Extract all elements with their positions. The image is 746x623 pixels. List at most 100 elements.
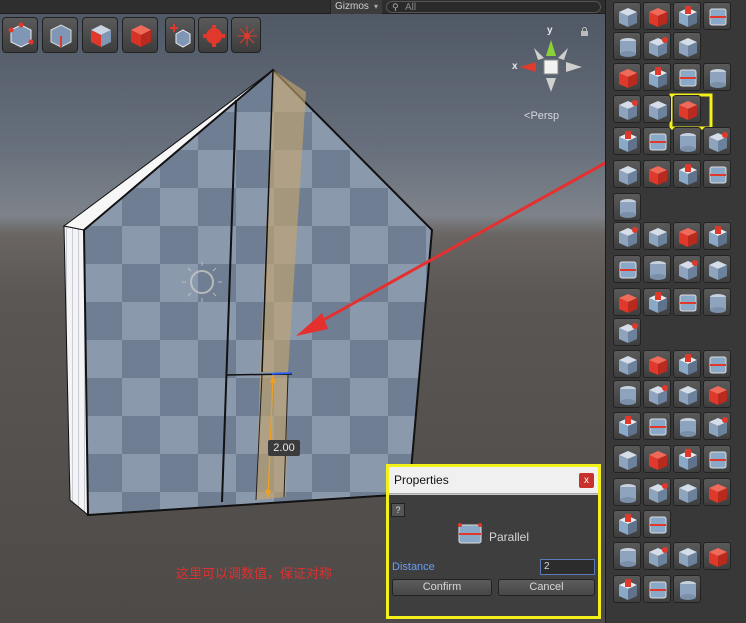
drop-button[interactable] xyxy=(703,380,731,408)
snap-button[interactable] xyxy=(643,412,671,440)
slope-button[interactable] xyxy=(673,380,701,408)
slice-cube-button[interactable] xyxy=(613,510,641,538)
round-cube-button[interactable] xyxy=(643,288,671,316)
grid-cube-button[interactable] xyxy=(703,2,731,30)
confirm-button[interactable]: Confirm xyxy=(392,579,492,596)
axis-button[interactable] xyxy=(643,445,671,473)
cube-dark-button[interactable] xyxy=(643,127,671,155)
w-cube-button[interactable] xyxy=(673,478,701,506)
copy-button[interactable] xyxy=(703,350,731,378)
align-button[interactable] xyxy=(613,445,641,473)
capsule-button[interactable] xyxy=(613,193,641,221)
arrow-cube-button[interactable] xyxy=(703,255,731,283)
drop-icon xyxy=(709,386,727,405)
search-input[interactable]: ⚲ All xyxy=(386,1,601,13)
edge-mode-button[interactable] xyxy=(42,17,78,53)
cone-button[interactable] xyxy=(643,160,671,188)
bevel-cube-button[interactable] xyxy=(643,255,671,283)
hollow-cube-button[interactable] xyxy=(613,318,641,346)
prism-button[interactable] xyxy=(673,32,701,60)
cube-blue-icon xyxy=(680,133,696,152)
pivot-button[interactable] xyxy=(231,17,261,53)
gem-button[interactable] xyxy=(643,2,671,30)
cylinder-button[interactable] xyxy=(613,160,641,188)
sphere-icon xyxy=(709,166,727,184)
push-cube-button[interactable] xyxy=(613,222,641,250)
close-button[interactable]: x xyxy=(579,473,594,488)
slope-icon xyxy=(679,386,697,405)
rotate-frame-button[interactable] xyxy=(703,542,731,570)
stairs-block-button[interactable] xyxy=(673,2,701,30)
face-mode-icon xyxy=(91,25,111,47)
add-object-button[interactable] xyxy=(165,17,195,53)
flip-cube-button[interactable] xyxy=(613,255,641,283)
cancel-button[interactable]: Cancel xyxy=(498,579,595,596)
pin-cube-button[interactable] xyxy=(703,478,731,506)
red-dice-button[interactable] xyxy=(643,478,671,506)
plane-red-icon xyxy=(710,69,726,88)
object-mode-button[interactable] xyxy=(122,17,158,53)
transform-cube-button[interactable] xyxy=(613,575,641,603)
refresh-button[interactable] xyxy=(613,412,641,440)
mirror-button[interactable] xyxy=(613,380,641,408)
frame-button[interactable] xyxy=(613,542,641,570)
dot-grid-button[interactable] xyxy=(703,288,731,316)
cube-button[interactable] xyxy=(643,32,671,60)
gear-red-button[interactable] xyxy=(673,575,701,603)
rotate-cube-button[interactable] xyxy=(673,542,701,570)
dice-button[interactable] xyxy=(613,478,641,506)
help-button[interactable]: ? xyxy=(391,503,405,517)
target-button[interactable] xyxy=(673,350,701,378)
dome-button[interactable] xyxy=(673,160,701,188)
triangle-red-button[interactable] xyxy=(643,95,671,123)
page-button[interactable] xyxy=(643,575,671,603)
extrude-up-button[interactable] xyxy=(643,222,671,250)
bend-button[interactable] xyxy=(613,288,641,316)
pen-tool-button[interactable] xyxy=(613,63,641,91)
cylinder-block-button[interactable] xyxy=(613,32,641,60)
vertex-mode-button[interactable] xyxy=(2,17,38,53)
object-mode-icon xyxy=(131,25,151,47)
knife-button[interactable] xyxy=(643,350,671,378)
tube-button[interactable] xyxy=(643,510,671,538)
split-cube-button[interactable] xyxy=(673,255,701,283)
annotation-note: 这里可以调数值，保证对称 xyxy=(176,567,333,582)
parallel-tool-button[interactable] xyxy=(673,95,701,123)
persp-toggle[interactable]: <Persp xyxy=(524,110,559,122)
cylinder-cut-button[interactable] xyxy=(673,412,701,440)
properties-title-bar[interactable]: Properties x xyxy=(389,467,598,494)
circle-red-button[interactable] xyxy=(613,95,641,123)
eraser-button[interactable] xyxy=(613,350,641,378)
scene-view[interactable]: Gizmos ▾ ⚲ All y x <Persp 2.00 这里可以调数值，保… xyxy=(0,0,605,623)
extrude-step-button[interactable] xyxy=(703,222,731,250)
cube-small-button[interactable] xyxy=(613,127,641,155)
distance-field[interactable]: 2 xyxy=(540,559,595,575)
weld-button[interactable] xyxy=(643,380,671,408)
plane-red-button[interactable] xyxy=(703,63,731,91)
capsule-icon xyxy=(620,199,636,218)
face-mode-button[interactable] xyxy=(82,17,118,53)
prism-icon xyxy=(679,38,697,57)
sphere-button[interactable] xyxy=(703,160,731,188)
curve-tool-button[interactable] xyxy=(673,63,701,91)
flip-edge-button[interactable] xyxy=(703,412,731,440)
lock-icon[interactable] xyxy=(580,27,589,36)
plane-axis-button[interactable] xyxy=(673,445,701,473)
properties-dialog: Properties x ? Parallel Distance 2 Confi… xyxy=(386,464,601,619)
bend-icon xyxy=(619,294,637,313)
line-tool-button[interactable] xyxy=(643,63,671,91)
plane-axis-icon xyxy=(679,449,697,470)
push-cube-icon xyxy=(619,227,638,247)
persp-label: Persp xyxy=(530,110,560,122)
gizmos-dropdown[interactable]: Gizmos ▾ xyxy=(330,0,382,14)
corner-button[interactable] xyxy=(703,445,731,473)
edge-cube-button[interactable] xyxy=(673,288,701,316)
extrude-stack-button[interactable] xyxy=(673,222,701,250)
cube-blue-button[interactable] xyxy=(673,127,701,155)
cube-select-button[interactable] xyxy=(613,2,641,30)
settings-button[interactable] xyxy=(198,17,228,53)
move-cube-button[interactable] xyxy=(643,542,671,570)
staircase-button[interactable] xyxy=(703,127,731,155)
stairs-block-icon xyxy=(679,6,697,27)
parallel-tool-icon xyxy=(679,101,697,120)
